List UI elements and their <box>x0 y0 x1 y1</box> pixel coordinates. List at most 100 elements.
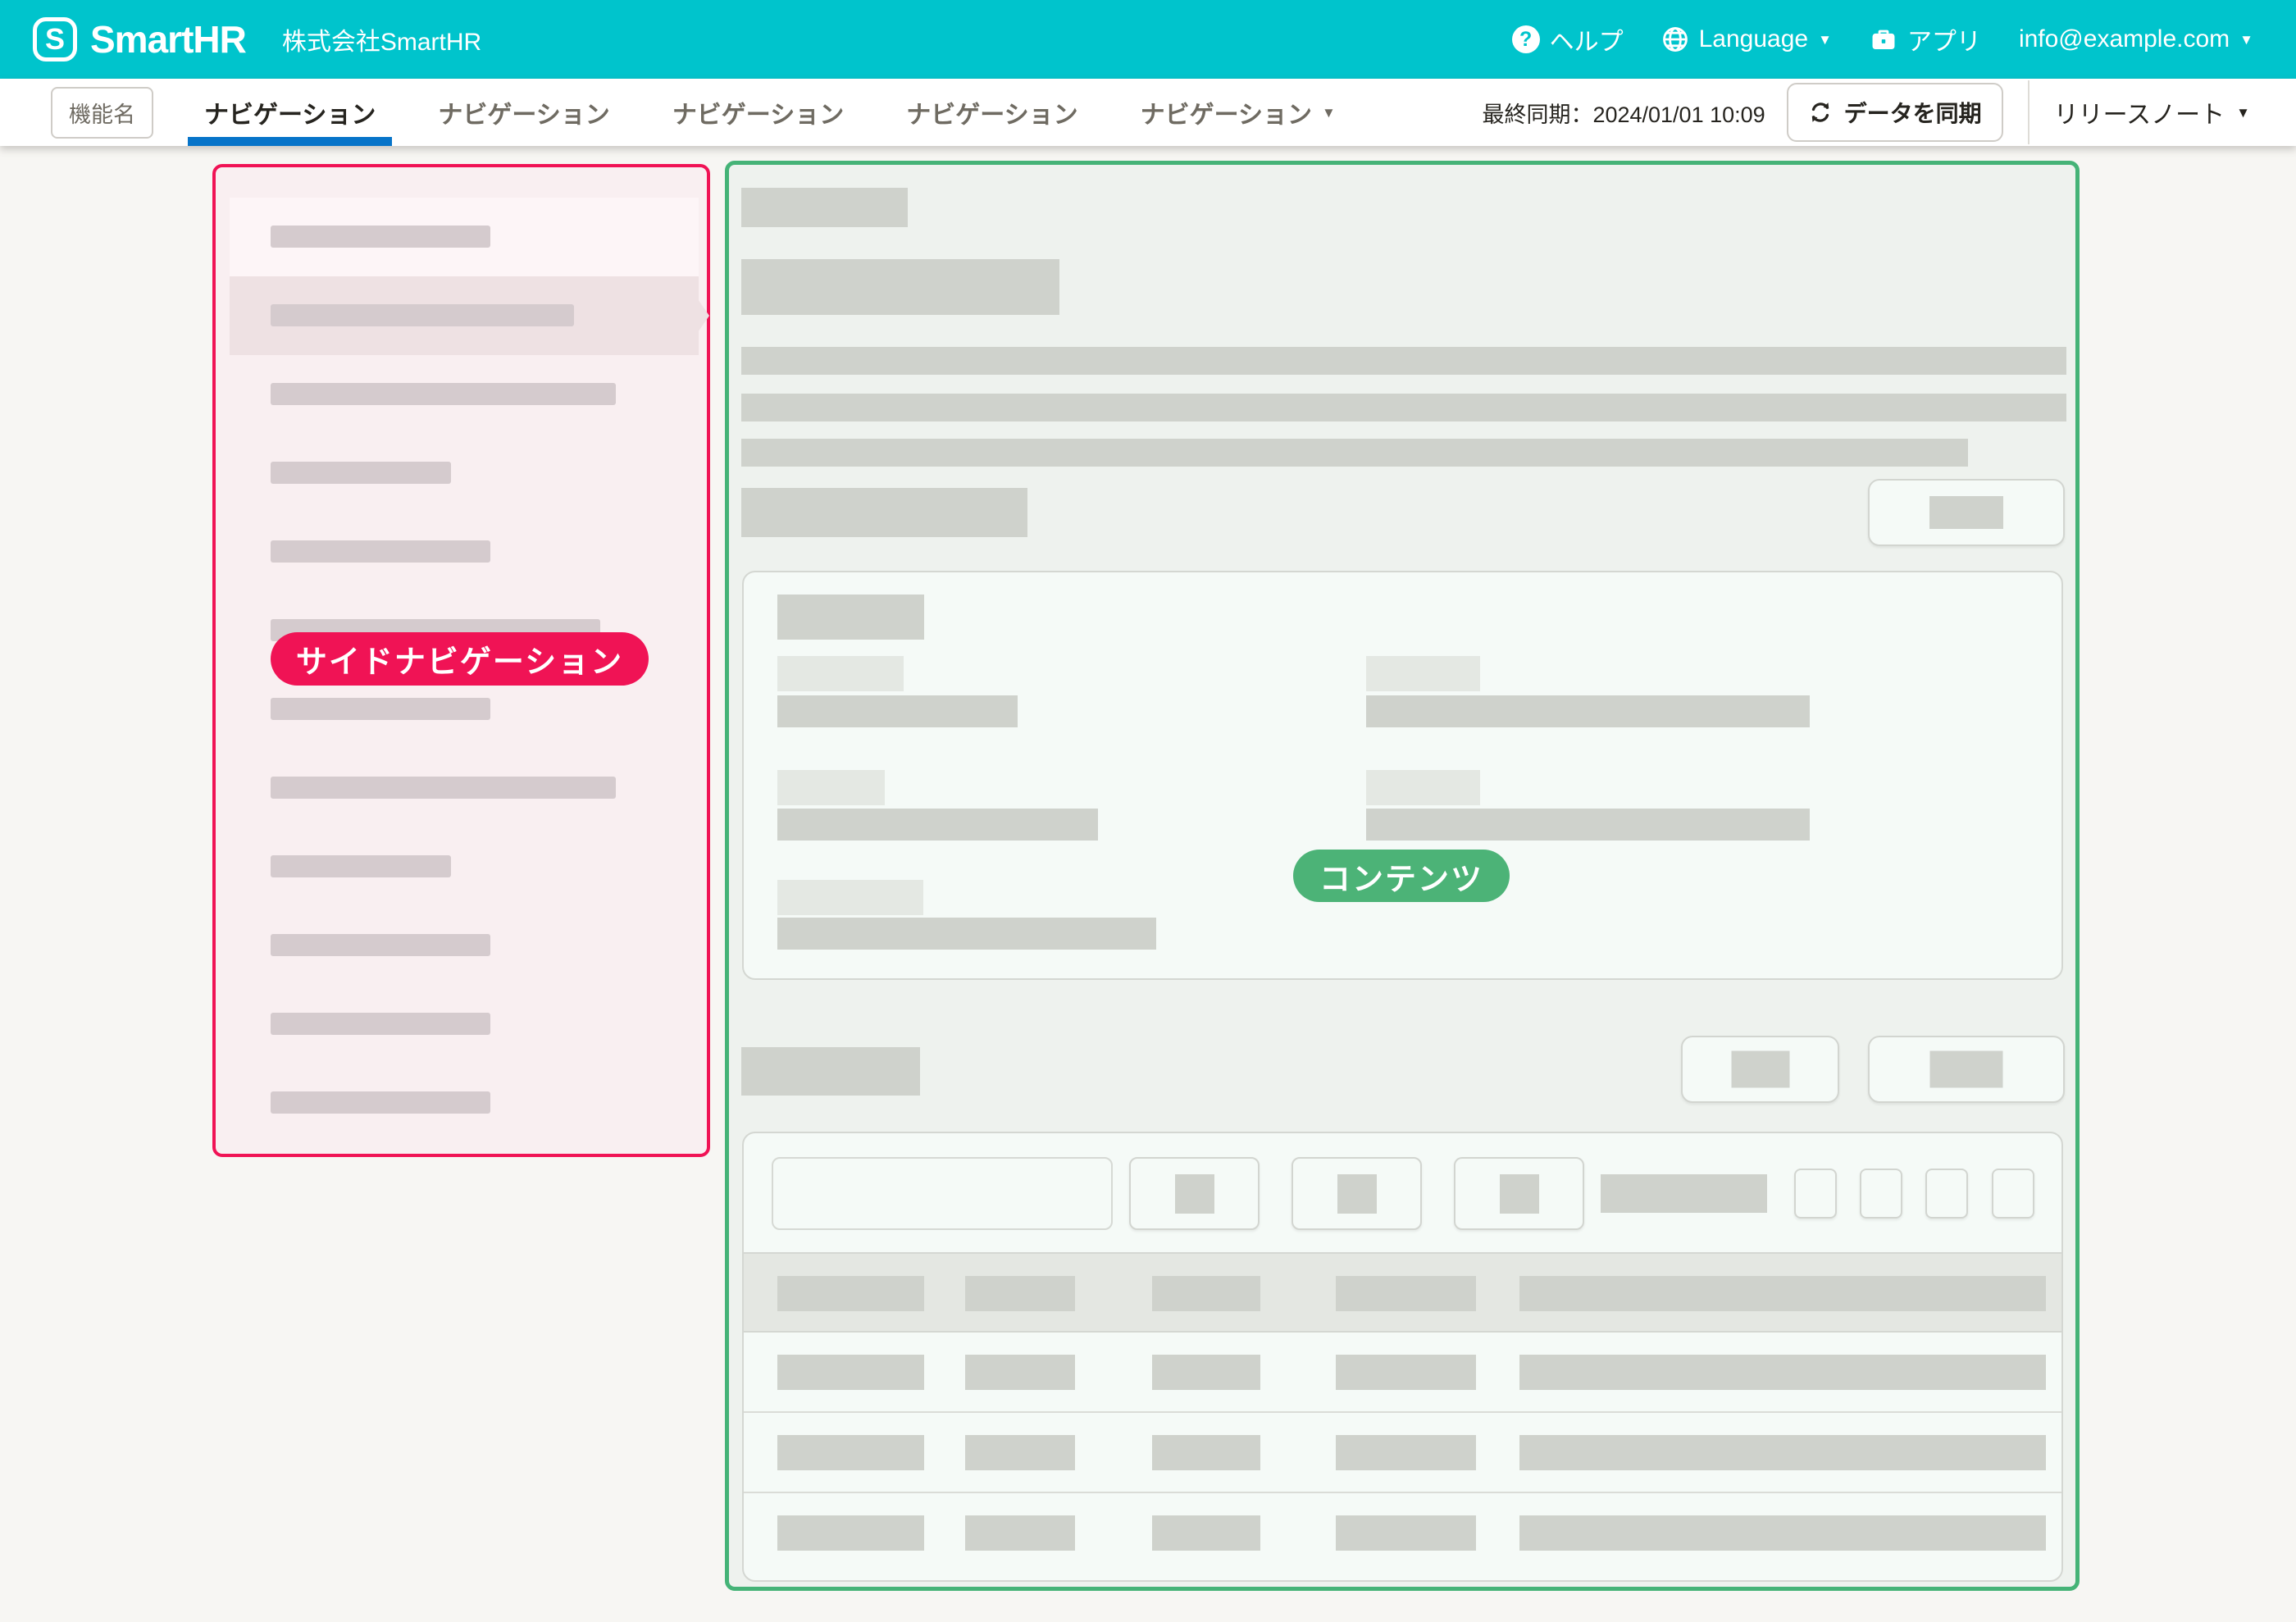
card-title-placeholder <box>777 595 924 640</box>
nav-tabs: ナビゲーション ナビゲーション ナビゲーション ナビゲーション ナビゲーション … <box>199 79 1341 146</box>
result-count-placeholder <box>1601 1174 1767 1213</box>
smarthr-logo-icon: S <box>33 17 77 62</box>
chevron-down-icon: ▼ <box>1322 106 1336 120</box>
placeholder-bar <box>271 934 490 956</box>
refresh-icon <box>1808 100 1833 125</box>
section-action-button[interactable] <box>1868 479 2065 546</box>
cell-placeholder <box>1519 1435 2046 1470</box>
chevron-down-icon: ▼ <box>2236 106 2250 120</box>
button-label-placeholder <box>1500 1174 1539 1214</box>
pagination-button[interactable] <box>1860 1169 1902 1219</box>
briefcase-icon <box>1870 25 1897 53</box>
side-nav-item[interactable] <box>230 827 699 906</box>
page-title-placeholder <box>741 259 1059 315</box>
nav-tab-3[interactable]: ナビゲーション <box>667 79 849 146</box>
section-action-button[interactable] <box>1868 1036 2065 1103</box>
side-nav-item[interactable] <box>230 906 699 985</box>
pagination-button[interactable] <box>1992 1169 2034 1219</box>
placeholder-bar <box>271 462 451 484</box>
field-label-placeholder <box>777 770 885 805</box>
release-notes-link[interactable]: リリースノート ▼ <box>2054 94 2250 130</box>
sidenav-annotation-badge: サイドナビゲーション <box>271 632 649 686</box>
filter-button[interactable] <box>1292 1157 1422 1230</box>
button-label-placeholder <box>1930 1051 2003 1088</box>
side-nav-item[interactable] <box>230 198 699 276</box>
apps-label: アプリ <box>1907 21 1981 57</box>
cell-placeholder <box>965 1515 1075 1551</box>
placeholder-bar <box>271 855 451 877</box>
cell-placeholder <box>1519 1515 2046 1551</box>
nav-divider <box>2028 80 2029 144</box>
sync-data-button[interactable]: データを同期 <box>1787 83 2003 142</box>
table-card <box>742 1132 2063 1582</box>
brand-name: SmartHR <box>90 17 246 62</box>
help-icon: ? <box>1512 25 1540 53</box>
apps-menu[interactable]: アプリ <box>1870 21 1981 57</box>
language-menu[interactable]: Language ▼ <box>1661 25 1832 53</box>
placeholder-bar <box>271 1013 490 1035</box>
pagination-button[interactable] <box>1925 1169 1968 1219</box>
field-label-placeholder <box>777 656 904 691</box>
table-row <box>744 1413 2061 1493</box>
help-link[interactable]: ? ヘルプ <box>1512 21 1624 57</box>
nav-tab-label: ナビゲーション <box>1141 94 1312 130</box>
button-label-placeholder <box>1929 496 2003 529</box>
app-header: S SmartHR 株式会社SmartHR ? ヘルプ Language ▼ ア… <box>0 0 2296 79</box>
language-label: Language <box>1699 25 1808 53</box>
side-navigation-region: サイドナビゲーション <box>212 164 710 1157</box>
nav-tab-label: ナビゲーション <box>438 94 609 130</box>
brand-logo[interactable]: S SmartHR <box>33 17 246 62</box>
filter-button[interactable] <box>1454 1157 1584 1230</box>
column-header-placeholder <box>777 1276 924 1311</box>
cell-placeholder <box>965 1355 1075 1390</box>
active-tab-underline <box>188 137 392 146</box>
field-label-placeholder <box>777 880 923 915</box>
column-header-placeholder <box>1519 1276 2046 1311</box>
side-nav-item[interactable] <box>230 513 699 591</box>
nav-tab-1[interactable]: ナビゲーション <box>199 79 380 146</box>
section-action-button[interactable] <box>1681 1036 1839 1103</box>
paragraph-line-placeholder <box>741 394 2066 421</box>
placeholder-bar <box>271 304 574 326</box>
release-notes-label: リリースノート <box>2054 94 2225 130</box>
field-label-placeholder <box>1366 656 1480 691</box>
nav-tab-4[interactable]: ナビゲーション <box>901 79 1082 146</box>
column-header-placeholder <box>1152 1276 1260 1311</box>
placeholder-bar <box>271 226 490 248</box>
content-region: コンテンツ <box>725 161 2080 1591</box>
table-row <box>744 1333 2061 1413</box>
section-heading-placeholder <box>741 488 1027 537</box>
paragraph-line-placeholder <box>741 439 1968 467</box>
cell-placeholder <box>1152 1435 1260 1470</box>
field-label-placeholder <box>1366 770 1480 805</box>
globe-icon <box>1661 25 1689 53</box>
placeholder-bar <box>271 777 616 799</box>
side-nav-item[interactable] <box>230 355 699 434</box>
side-nav-item[interactable] <box>230 1064 699 1142</box>
content-annotation-badge: コンテンツ <box>1293 850 1510 902</box>
side-nav-item[interactable] <box>230 434 699 513</box>
help-label: ヘルプ <box>1550 21 1624 57</box>
field-value-placeholder <box>1366 695 1810 727</box>
selected-item-notch <box>698 299 709 332</box>
cell-placeholder <box>1336 1435 1476 1470</box>
filter-button[interactable] <box>1129 1157 1260 1230</box>
table-header-row <box>744 1252 2061 1333</box>
button-label-placeholder <box>1731 1051 1789 1088</box>
nav-tab-2[interactable]: ナビゲーション <box>433 79 614 146</box>
nav-tab-label: ナビゲーション <box>672 94 844 130</box>
side-nav-item[interactable] <box>230 749 699 827</box>
chevron-down-icon: ▼ <box>2239 33 2253 47</box>
logo-letter: S <box>45 22 65 57</box>
side-nav-item[interactable] <box>230 985 699 1064</box>
cell-placeholder <box>1152 1355 1260 1390</box>
navigation-bar: 機能名 ナビゲーション ナビゲーション ナビゲーション ナビゲーション ナビゲー… <box>0 79 2296 146</box>
account-menu[interactable]: info@example.com ▼ <box>2019 25 2253 53</box>
section-heading-placeholder <box>741 1047 920 1096</box>
column-header-placeholder <box>1336 1276 1476 1311</box>
pagination-button[interactable] <box>1794 1169 1837 1219</box>
search-input[interactable] <box>772 1157 1113 1230</box>
side-nav-item-selected[interactable] <box>230 276 699 355</box>
nav-tab-label: ナビゲーション <box>906 94 1077 130</box>
nav-tab-5-menu[interactable]: ナビゲーション ▼ <box>1136 79 1341 146</box>
